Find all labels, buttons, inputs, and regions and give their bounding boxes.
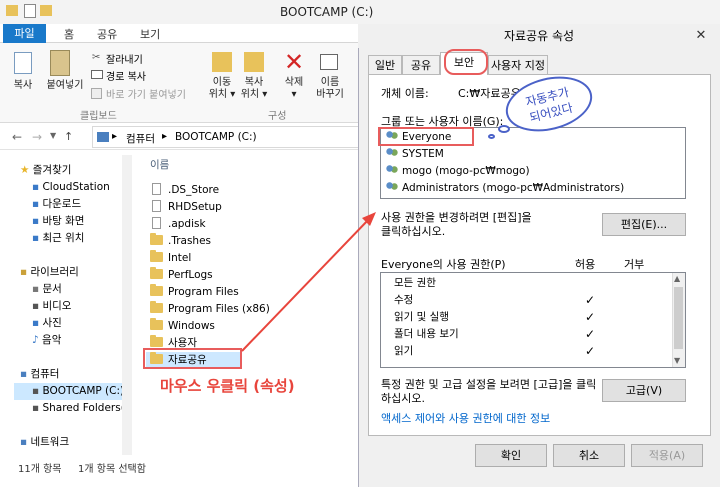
annotation-arrow [241, 212, 376, 352]
annotation-circle-security-tab [444, 49, 488, 75]
annotation-note: 마우스 우클릭 (속성) [160, 377, 295, 395]
